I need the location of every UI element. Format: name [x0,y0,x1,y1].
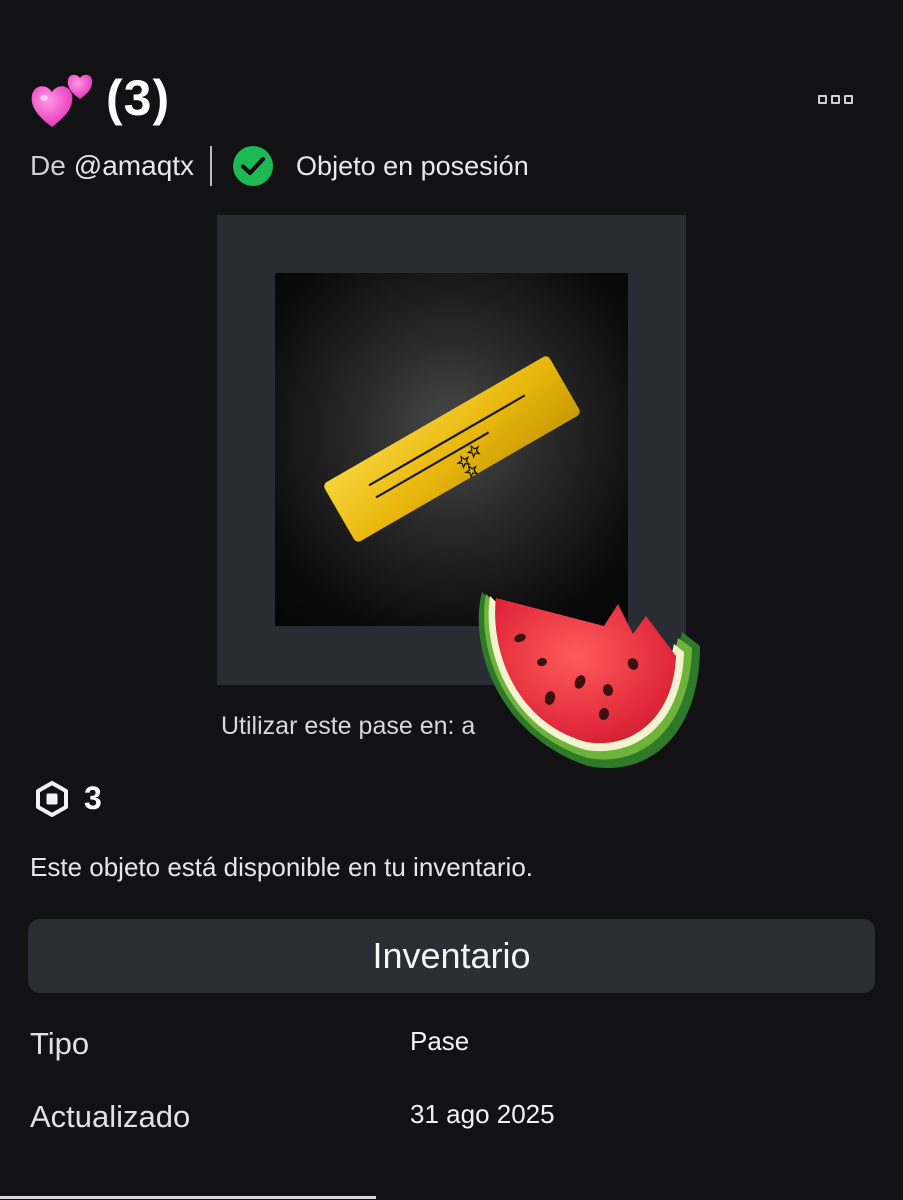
price-value: 3 [84,780,102,816]
title-row: (3) [30,58,170,138]
two-hearts-icon [31,74,93,127]
gold-ticket-pass-icon [324,356,580,542]
availability-text: Este objeto está disponible en tu invent… [30,852,534,882]
updated-value: 31 ago 2025 [410,1099,555,1129]
more-options-icon [818,95,827,104]
more-options-button[interactable] [818,95,853,104]
creator-prefix: De [30,150,66,181]
byline-divider [210,146,213,186]
inventory-button[interactable]: Inventario [28,919,875,993]
creator-link[interactable]: @amaqtx [74,150,194,182]
robux-icon [36,780,68,817]
use-pass-in-label: Utilizar este pase en: a [221,712,476,740]
item-details-page: (3) De @amaqtx Objeto en posesión Utiliz… [0,0,903,1200]
more-options-dot [844,95,853,104]
creator-byline: De @amaqtx Objeto en posesión [30,140,529,192]
check-circle-icon [233,146,274,186]
more-options-dot [831,95,840,104]
price-row: 3 [34,780,102,817]
type-label: Tipo [30,1026,90,1061]
item-thumbnail [275,273,628,626]
home-indicator-bar [0,1196,376,1199]
owned-status-label: Objeto en posesión [296,150,529,181]
watermelon-slice-icon [478,592,700,769]
item-title: (3) [106,70,171,126]
updated-label: Actualizado [30,1099,191,1134]
type-value: Pase [410,1026,470,1056]
